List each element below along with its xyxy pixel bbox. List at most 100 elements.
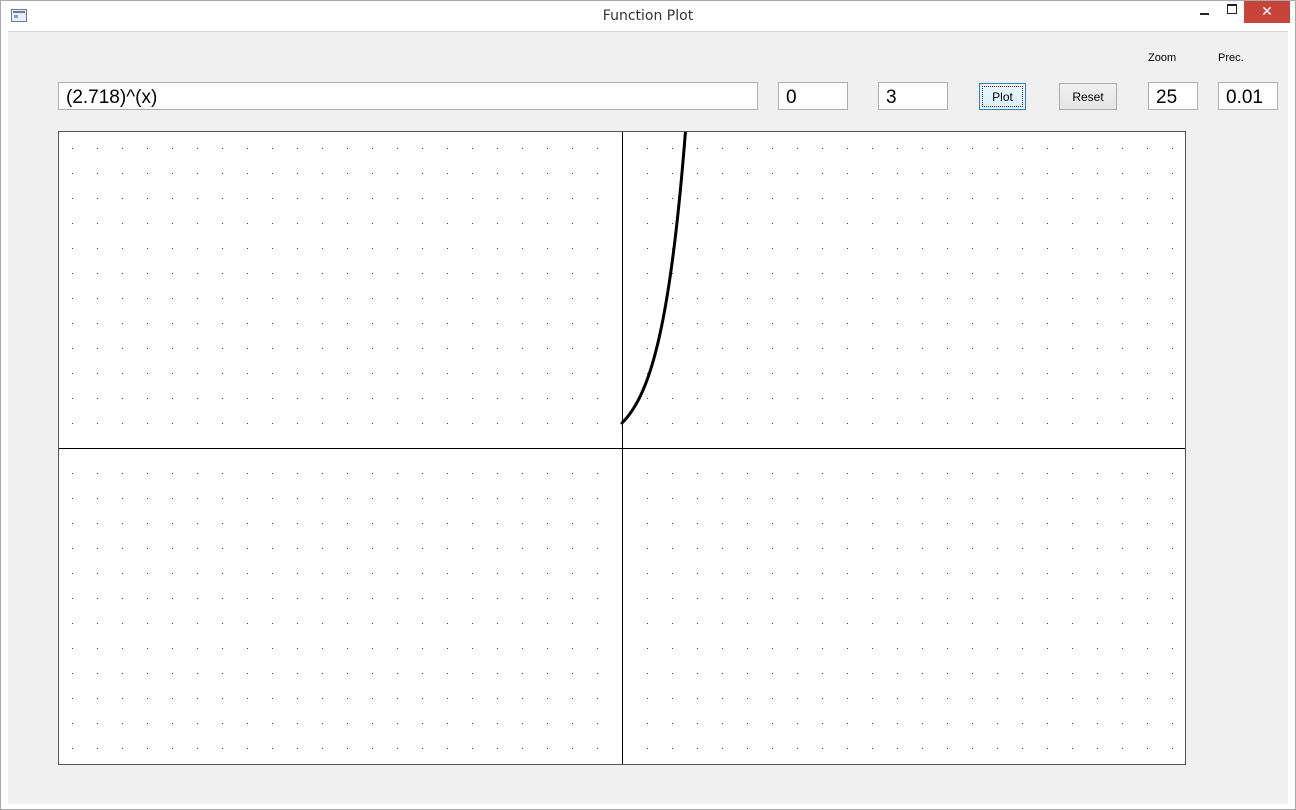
grid-dot bbox=[847, 598, 848, 599]
grid-dot bbox=[897, 623, 898, 624]
grid-dot bbox=[272, 598, 273, 599]
grid-dot bbox=[772, 348, 773, 349]
grid-dot bbox=[997, 698, 998, 699]
grid-dot bbox=[397, 223, 398, 224]
range-from-input[interactable] bbox=[778, 82, 848, 110]
grid-dot bbox=[547, 248, 548, 249]
grid-dot bbox=[372, 573, 373, 574]
grid-dot bbox=[1022, 398, 1023, 399]
grid-dot bbox=[97, 398, 98, 399]
grid-dot bbox=[347, 398, 348, 399]
grid-dot bbox=[647, 148, 648, 149]
grid-dot bbox=[747, 348, 748, 349]
grid-dot bbox=[597, 323, 598, 324]
grid-dot bbox=[247, 423, 248, 424]
grid-dot bbox=[422, 323, 423, 324]
grid-dot bbox=[697, 648, 698, 649]
grid-dot bbox=[1022, 573, 1023, 574]
grid-dot bbox=[472, 473, 473, 474]
grid-dot bbox=[822, 498, 823, 499]
grid-dot bbox=[122, 348, 123, 349]
zoom-input[interactable] bbox=[1148, 82, 1198, 110]
precision-input[interactable] bbox=[1218, 82, 1278, 110]
grid-dot bbox=[172, 523, 173, 524]
maximize-icon bbox=[1227, 4, 1237, 14]
grid-dot bbox=[422, 673, 423, 674]
grid-dot bbox=[572, 273, 573, 274]
grid-dot bbox=[522, 273, 523, 274]
grid-dot bbox=[422, 698, 423, 699]
maximize-button[interactable] bbox=[1219, 1, 1245, 23]
grid-dot bbox=[322, 248, 323, 249]
grid-dot bbox=[397, 398, 398, 399]
grid-dot bbox=[872, 648, 873, 649]
grid-dot bbox=[97, 598, 98, 599]
grid-dot bbox=[1147, 648, 1148, 649]
grid-dot bbox=[997, 373, 998, 374]
grid-dot bbox=[597, 473, 598, 474]
grid-dot bbox=[1072, 673, 1073, 674]
plot-button[interactable]: Plot bbox=[979, 83, 1026, 110]
grid-dot bbox=[1122, 523, 1123, 524]
grid-dot bbox=[97, 198, 98, 199]
grid-dot bbox=[1147, 173, 1148, 174]
grid-dot bbox=[1097, 573, 1098, 574]
grid-dot bbox=[497, 748, 498, 749]
grid-dot bbox=[1022, 698, 1023, 699]
reset-button[interactable]: Reset bbox=[1059, 83, 1117, 110]
grid-dot bbox=[497, 373, 498, 374]
grid-dot bbox=[1047, 548, 1048, 549]
grid-dot bbox=[272, 723, 273, 724]
grid-dot bbox=[1022, 648, 1023, 649]
grid-dot bbox=[1147, 623, 1148, 624]
grid-dot bbox=[722, 198, 723, 199]
grid-dot bbox=[1172, 698, 1173, 699]
grid-dot bbox=[397, 748, 398, 749]
grid-dot bbox=[897, 198, 898, 199]
grid-dot bbox=[322, 173, 323, 174]
grid-dot bbox=[1097, 423, 1098, 424]
grid-dot bbox=[247, 623, 248, 624]
grid-dot bbox=[972, 648, 973, 649]
grid-dot bbox=[997, 198, 998, 199]
grid-dot bbox=[197, 423, 198, 424]
grid-dot bbox=[1172, 423, 1173, 424]
grid-dot bbox=[822, 398, 823, 399]
grid-dot bbox=[97, 423, 98, 424]
grid-dot bbox=[897, 373, 898, 374]
grid-dot bbox=[447, 748, 448, 749]
grid-dot bbox=[297, 648, 298, 649]
expression-input[interactable] bbox=[58, 82, 758, 110]
grid-dot bbox=[297, 398, 298, 399]
grid-dot bbox=[1147, 598, 1148, 599]
grid-dot bbox=[472, 398, 473, 399]
grid-dot bbox=[1072, 298, 1073, 299]
grid-dot bbox=[697, 148, 698, 149]
grid-dot bbox=[372, 423, 373, 424]
grid-dot bbox=[872, 423, 873, 424]
grid-dot bbox=[522, 673, 523, 674]
grid-dot bbox=[872, 523, 873, 524]
grid-dot bbox=[372, 323, 373, 324]
grid-dot bbox=[897, 523, 898, 524]
grid-dot bbox=[922, 698, 923, 699]
grid-dot bbox=[222, 473, 223, 474]
grid-dot bbox=[222, 248, 223, 249]
range-to-input[interactable] bbox=[878, 82, 948, 110]
close-button[interactable]: ✕ bbox=[1244, 1, 1290, 23]
grid-dot bbox=[372, 298, 373, 299]
title-bar[interactable]: Function Plot ✕ bbox=[1, 1, 1295, 31]
grid-dot bbox=[1072, 373, 1073, 374]
grid-dot bbox=[1097, 373, 1098, 374]
grid-dot bbox=[922, 673, 923, 674]
minimize-button[interactable] bbox=[1189, 1, 1219, 23]
grid-dot bbox=[847, 673, 848, 674]
grid-dot bbox=[697, 373, 698, 374]
grid-dot bbox=[247, 723, 248, 724]
grid-dot bbox=[147, 423, 148, 424]
grid-dot bbox=[147, 248, 148, 249]
grid-dot bbox=[1147, 748, 1148, 749]
grid-dot bbox=[872, 573, 873, 574]
plot-area[interactable] bbox=[58, 131, 1186, 765]
grid-dot bbox=[1122, 348, 1123, 349]
